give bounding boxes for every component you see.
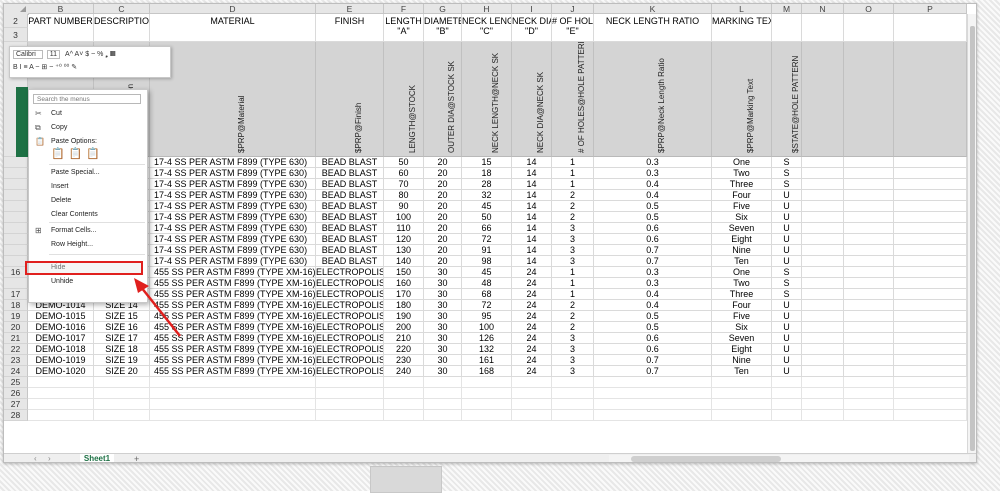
annotation-arrow bbox=[134, 278, 181, 337]
monitor-stand bbox=[370, 466, 442, 493]
excel-window: B C D E F G H I J K L M N O P 2 3 PART NUMBER DESCRIPTION M… bbox=[3, 3, 977, 463]
